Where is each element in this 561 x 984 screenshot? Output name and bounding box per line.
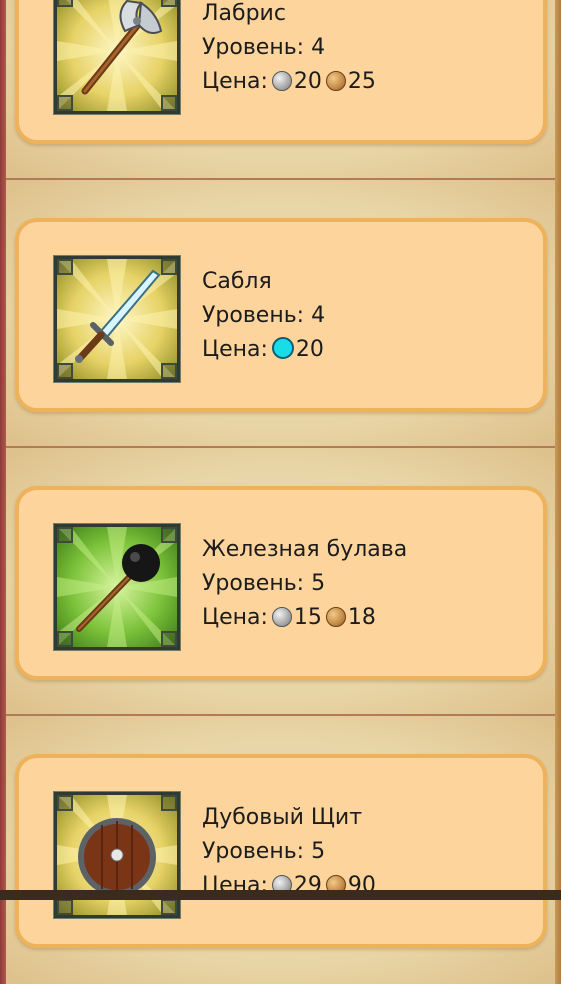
price-amount: 18: [347, 605, 376, 630]
item-price: Цена: 20: [202, 333, 325, 367]
item-thumbnail: [53, 523, 181, 651]
item-level: Уровень: 5: [202, 571, 326, 596]
item-name: Сабля: [202, 269, 272, 294]
item-price: Цена: 15 18: [202, 601, 407, 635]
mace-icon: [57, 527, 177, 647]
bronze-coin-icon: [325, 71, 346, 91]
item-level: Уровень: 5: [202, 839, 326, 864]
bottom-bar: [0, 890, 561, 900]
gem-coin-icon: [271, 337, 294, 359]
silver-coin-icon: [271, 607, 292, 627]
item-info: Сабля Уровень: 4 Цена: 20: [202, 265, 325, 367]
item-name: Дубовый Щит: [202, 805, 363, 830]
shop-item-card[interactable]: Лабрис Уровень: 4 Цена: 20 25: [15, 0, 547, 144]
shop-row-sabre: Сабля Уровень: 4 Цена: 20: [6, 180, 555, 448]
bronze-coin-icon: [325, 607, 346, 627]
item-thumbnail: [53, 0, 181, 115]
price-amount: 20: [293, 69, 322, 94]
shop-row-oak-shield: Дубовый Щит Уровень: 5 Цена: 29 90: [6, 716, 555, 984]
price-label: Цена:: [202, 69, 268, 94]
price-amount: 20: [295, 337, 324, 362]
item-name: Железная булава: [202, 537, 408, 562]
shop-row-labrys: Лабрис Уровень: 4 Цена: 20 25: [6, 0, 555, 180]
item-info: Дубовый Щит Уровень: 5 Цена: 29 90: [202, 801, 376, 903]
sword-icon: [57, 259, 177, 379]
item-info: Лабрис Уровень: 4 Цена: 20 25: [202, 0, 376, 99]
price-amount: 15: [293, 605, 322, 630]
shop-row-iron-mace: Железная булава Уровень: 5 Цена: 15 18: [6, 448, 555, 716]
shop-item-list: Лабрис Уровень: 4 Цена: 20 25 Сабля Уров…: [6, 0, 555, 984]
price-label: Цена:: [202, 605, 268, 630]
item-thumbnail: [53, 255, 181, 383]
price-label: Цена:: [202, 337, 268, 362]
shop-item-card[interactable]: Сабля Уровень: 4 Цена: 20: [15, 218, 547, 412]
double-axe-icon: [57, 0, 177, 111]
item-level: Уровень: 4: [202, 35, 326, 60]
item-name: Лабрис: [202, 1, 286, 26]
shop-item-card[interactable]: Дубовый Щит Уровень: 5 Цена: 29 90: [15, 754, 547, 948]
price-amount: 25: [347, 69, 376, 94]
shop-item-card[interactable]: Железная булава Уровень: 5 Цена: 15 18: [15, 486, 547, 680]
item-price: Цена: 20 25: [202, 65, 376, 99]
item-level: Уровень: 4: [202, 303, 326, 328]
silver-coin-icon: [271, 71, 292, 91]
item-info: Железная булава Уровень: 5 Цена: 15 18: [202, 533, 407, 635]
